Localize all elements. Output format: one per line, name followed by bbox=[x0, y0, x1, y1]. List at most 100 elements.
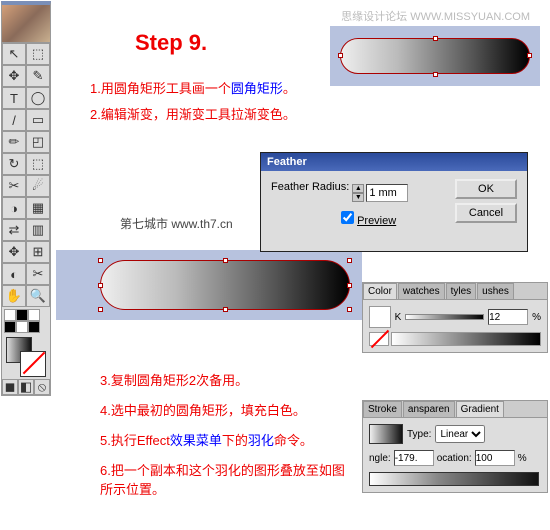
loc-label: ocation: bbox=[437, 453, 472, 464]
swatch[interactable] bbox=[28, 321, 40, 333]
handle[interactable] bbox=[347, 283, 352, 288]
gradient-panel: Stroke ansparen Gradient Type: Linear ng… bbox=[362, 400, 548, 493]
loc-input[interactable] bbox=[475, 450, 515, 466]
handle[interactable] bbox=[527, 53, 532, 58]
color-panel: Color watches tyles ushes K % bbox=[362, 282, 548, 353]
tool-15[interactable]: ▦ bbox=[26, 197, 50, 219]
tool-09[interactable]: ◰ bbox=[26, 131, 50, 153]
color-mode: K bbox=[395, 312, 402, 323]
text: 。 bbox=[283, 81, 296, 96]
swatch[interactable] bbox=[16, 309, 28, 321]
tool-02[interactable]: ✥ bbox=[2, 65, 26, 87]
type-select[interactable]: Linear bbox=[435, 425, 485, 443]
handle[interactable] bbox=[223, 258, 228, 263]
tab-swatches[interactable]: watches bbox=[398, 283, 445, 299]
handle[interactable] bbox=[433, 72, 438, 77]
tool-04[interactable]: T bbox=[2, 87, 26, 109]
none-swatch[interactable] bbox=[369, 332, 389, 346]
tool-00[interactable]: ↖ bbox=[2, 43, 26, 65]
mode-none[interactable]: ⦸ bbox=[34, 379, 50, 395]
tool-03[interactable]: ✎ bbox=[26, 65, 50, 87]
text: 1.用圆角矩形工具画一个 bbox=[90, 81, 231, 96]
handle[interactable] bbox=[347, 307, 352, 312]
color-swatch[interactable] bbox=[369, 306, 391, 328]
tool-grid: ↖ ⬚ ✥ ✎ T ◯ / ▭ ✏ ◰ ↻ ⬚ ✂ ☄ ◑ ▦ ⇄ ▥ ✥ ⊞ … bbox=[2, 43, 50, 307]
fill-mode-row: ◼ ◧ ⦸ bbox=[2, 379, 50, 395]
tool-22[interactable]: ✋ bbox=[2, 285, 26, 307]
mini-swatches bbox=[2, 307, 50, 335]
handle[interactable] bbox=[98, 258, 103, 263]
feather-dialog: Feather Feather Radius: ▲▼ Preview OK Ca… bbox=[260, 152, 528, 252]
handle[interactable] bbox=[433, 36, 438, 41]
preview-checkbox[interactable] bbox=[341, 211, 354, 224]
dialog-title: Feather bbox=[261, 153, 527, 171]
angle-label: ngle: bbox=[369, 453, 391, 464]
tab-color[interactable]: Color bbox=[363, 283, 397, 299]
type-label: Type: bbox=[407, 429, 431, 440]
tool-11[interactable]: ⬚ bbox=[26, 153, 50, 175]
tool-19[interactable]: ⊞ bbox=[26, 241, 50, 263]
tab-brushes[interactable]: ushes bbox=[477, 283, 514, 299]
swatch[interactable] bbox=[4, 309, 16, 321]
text: 下的 bbox=[222, 433, 248, 448]
handle[interactable] bbox=[98, 307, 103, 312]
angle-input[interactable] bbox=[394, 450, 434, 466]
tool-14[interactable]: ◑ bbox=[2, 197, 26, 219]
instruction-1: 1.用圆角矩形工具画一个圆角矩形。 bbox=[90, 78, 296, 97]
k-slider[interactable] bbox=[405, 314, 484, 320]
gradient-bar[interactable] bbox=[369, 472, 539, 486]
text-blue: 羽化 bbox=[248, 433, 274, 448]
tool-18[interactable]: ✥ bbox=[2, 241, 26, 263]
pill-shape-1[interactable] bbox=[340, 38, 530, 74]
tab-styles[interactable]: tyles bbox=[446, 283, 477, 299]
gradient-tabs: Stroke ansparen Gradient bbox=[363, 401, 547, 418]
tool-16[interactable]: ⇄ bbox=[2, 219, 26, 241]
text-blue: 效果菜单 bbox=[170, 433, 222, 448]
instruction-4: 4.选中最初的圆角矩形，填充白色。 bbox=[100, 400, 306, 419]
fill-stroke[interactable] bbox=[2, 335, 50, 379]
mode-gradient[interactable]: ◧ bbox=[18, 379, 34, 395]
stroke-swatch[interactable] bbox=[20, 351, 46, 377]
tool-17[interactable]: ▥ bbox=[26, 219, 50, 241]
swatch[interactable] bbox=[4, 321, 16, 333]
tool-06[interactable]: / bbox=[2, 109, 26, 131]
tool-20[interactable]: ◐ bbox=[2, 263, 26, 285]
handle[interactable] bbox=[223, 307, 228, 312]
mode-solid[interactable]: ◼ bbox=[2, 379, 18, 395]
instruction-3: 3.复制圆角矩形2次备用。 bbox=[100, 370, 248, 389]
cancel-button[interactable]: Cancel bbox=[455, 203, 517, 223]
text: 5.执行Effect bbox=[100, 433, 170, 448]
swatch[interactable] bbox=[16, 321, 28, 333]
swatch[interactable] bbox=[28, 309, 40, 321]
instruction-6: 6.把一个副本和这个羽化的图形叠放至如图所示位置。 bbox=[100, 460, 350, 498]
handle[interactable] bbox=[347, 258, 352, 263]
tool-10[interactable]: ↻ bbox=[2, 153, 26, 175]
spin-down[interactable]: ▼ bbox=[352, 193, 364, 202]
spin-up[interactable]: ▲ bbox=[352, 184, 364, 193]
handle[interactable] bbox=[98, 283, 103, 288]
tool-05[interactable]: ◯ bbox=[26, 87, 50, 109]
ok-button[interactable]: OK bbox=[455, 179, 517, 199]
k-value[interactable] bbox=[488, 309, 528, 325]
tab-transparency[interactable]: ansparen bbox=[403, 401, 455, 417]
watermark: 思缘设计论坛 WWW.MISSYUAN.COM bbox=[341, 8, 530, 24]
radius-input[interactable] bbox=[366, 184, 408, 202]
tool-21[interactable]: ✂ bbox=[26, 263, 50, 285]
tool-23[interactable]: 🔍 bbox=[26, 285, 50, 307]
tool-13[interactable]: ☄ bbox=[26, 175, 50, 197]
text: 命令。 bbox=[274, 433, 313, 448]
pill-shape-2[interactable] bbox=[100, 260, 350, 310]
tool-01[interactable]: ⬚ bbox=[26, 43, 50, 65]
tool-12[interactable]: ✂ bbox=[2, 175, 26, 197]
handle[interactable] bbox=[338, 53, 343, 58]
preview-row: Preview bbox=[341, 211, 396, 227]
gray-ramp[interactable] bbox=[391, 332, 541, 346]
toolbox: ↖ ⬚ ✥ ✎ T ◯ / ▭ ✏ ◰ ↻ ⬚ ✂ ☄ ◑ ▦ ⇄ ▥ ✥ ⊞ … bbox=[1, 1, 51, 396]
pct: % bbox=[518, 453, 527, 464]
instruction-2: 2.编辑渐变，用渐变工具拉渐变色。 bbox=[90, 104, 296, 123]
tab-stroke[interactable]: Stroke bbox=[363, 401, 402, 417]
gradient-preview[interactable] bbox=[369, 424, 403, 444]
tool-07[interactable]: ▭ bbox=[26, 109, 50, 131]
tab-gradient[interactable]: Gradient bbox=[456, 401, 504, 417]
tool-08[interactable]: ✏ bbox=[2, 131, 26, 153]
